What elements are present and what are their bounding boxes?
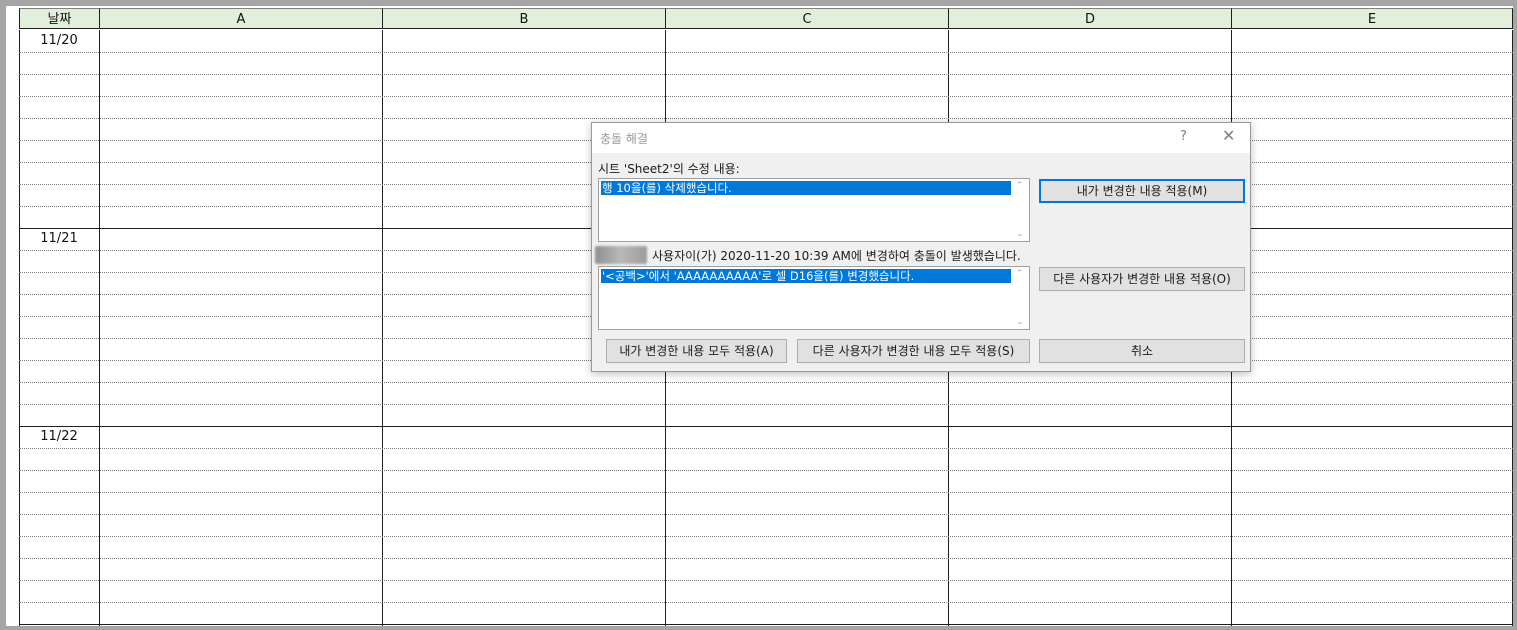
other-changes-list[interactable]: '<공백>'에서 'AAAAAAAAAA'로 셀 D16을(를) 변경했습니다.… xyxy=(598,266,1030,330)
other-changes-scrollbar[interactable]: ⌃ ⌄ xyxy=(1013,267,1029,329)
accept-other-button[interactable]: 다른 사용자가 변경한 내용 적용(O) xyxy=(1039,267,1245,291)
row-gridline xyxy=(19,514,1513,515)
window-frame-right xyxy=(1513,0,1517,630)
resolve-conflicts-dialog: 충돌 해결 ? ✕ 시트 'Sheet2'의 수정 내용: 행 10을(를) 삭… xyxy=(591,122,1251,372)
accept-all-other-button[interactable]: 다른 사용자가 변경한 내용 모두 적용(S) xyxy=(797,339,1030,363)
cancel-button[interactable]: 취소 xyxy=(1039,339,1245,363)
row-gridline xyxy=(19,96,1513,97)
redacted-username xyxy=(595,246,647,264)
header-c[interactable]: C xyxy=(666,8,949,29)
row-gridline xyxy=(19,382,1513,383)
row-gridline xyxy=(19,624,1513,625)
row-gridline xyxy=(19,426,1513,427)
row-gridline xyxy=(19,602,1513,603)
my-change-item[interactable]: 행 10을(를) 삭제했습니다. xyxy=(601,181,1011,195)
dialog-titlebar[interactable]: 충돌 해결 ? ✕ xyxy=(592,123,1250,153)
scroll-down-icon[interactable]: ⌄ xyxy=(1016,229,1024,239)
dialog-title: 충돌 해결 xyxy=(600,132,648,146)
scroll-up-icon[interactable]: ⌃ xyxy=(1016,181,1024,191)
header-b[interactable]: B xyxy=(383,8,666,29)
sheet-changes-label: 시트 'Sheet2'의 수정 내용: xyxy=(598,162,740,176)
row-gridline xyxy=(19,470,1513,471)
help-icon[interactable]: ? xyxy=(1180,129,1187,144)
date-cell-1121[interactable]: 11/21 xyxy=(19,229,99,249)
window-frame-top xyxy=(0,0,1517,6)
row-gridline xyxy=(19,448,1513,449)
row-gridline xyxy=(19,74,1513,75)
header-e[interactable]: E xyxy=(1232,8,1513,29)
row-gridline xyxy=(19,52,1513,53)
window-frame-left xyxy=(0,0,6,630)
close-icon[interactable]: ✕ xyxy=(1222,127,1235,145)
date-cell-1122[interactable]: 11/22 xyxy=(19,427,99,447)
conflict-message: 사용자이(가) 2020-11-20 10:39 AM에 변경하여 충돌이 발생… xyxy=(652,249,1021,263)
other-change-item[interactable]: '<공백>'에서 'AAAAAAAAAA'로 셀 D16을(를) 변경했습니다. xyxy=(601,269,1011,283)
header-date[interactable]: 날짜 xyxy=(19,8,100,29)
row-gridline xyxy=(19,580,1513,581)
date-cell-1120[interactable]: 11/20 xyxy=(19,31,99,51)
row-gridline xyxy=(19,558,1513,559)
header-a[interactable]: A xyxy=(100,8,383,29)
my-changes-list[interactable]: 행 10을(를) 삭제했습니다. ⌃ ⌄ xyxy=(598,178,1030,242)
accept-all-mine-button[interactable]: 내가 변경한 내용 모두 적용(A) xyxy=(606,339,787,363)
header-d[interactable]: D xyxy=(949,8,1232,29)
window-frame-bottom xyxy=(0,626,1517,630)
scroll-down-icon[interactable]: ⌄ xyxy=(1016,317,1024,327)
row-gridline xyxy=(19,404,1513,405)
row-gridline xyxy=(19,118,1513,119)
row-gridline xyxy=(19,492,1513,493)
my-changes-scrollbar[interactable]: ⌃ ⌄ xyxy=(1013,179,1029,241)
scroll-up-icon[interactable]: ⌃ xyxy=(1016,269,1024,279)
row-gridline xyxy=(19,536,1513,537)
accept-mine-button[interactable]: 내가 변경한 내용 적용(M) xyxy=(1039,179,1245,203)
column-header-row: 날짜 A B C D E xyxy=(19,8,1513,30)
